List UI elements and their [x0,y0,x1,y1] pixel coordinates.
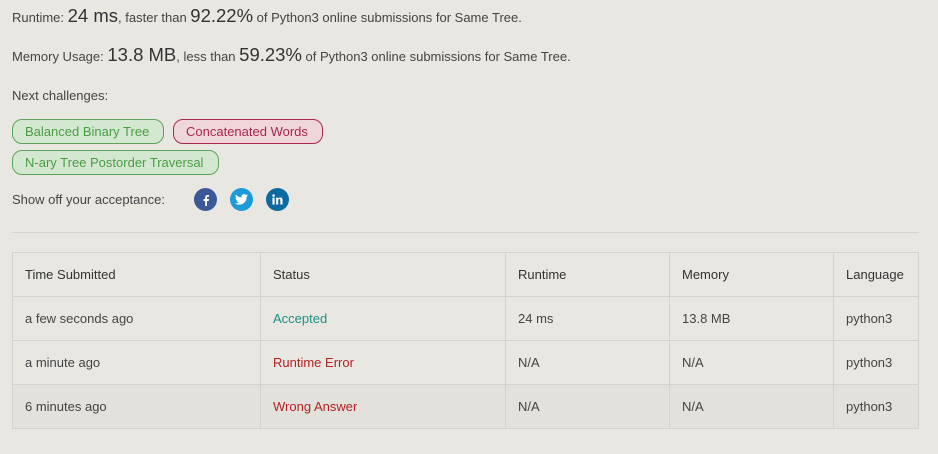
runtime-percent: 92.22% [190,5,254,26]
memory-summary: Memory Usage: 13.8 MB, less than 59.23% … [12,44,571,66]
header-language[interactable]: Language [833,252,919,297]
cell-language: python3 [833,340,919,385]
runtime-suffix: of Python3 online submissions for Same T… [253,10,522,25]
cell-language: python3 [833,384,919,429]
memory-middle: , less than [176,49,240,64]
runtime-value: 24 ms [67,5,119,26]
share-label: Show off your acceptance: [12,192,165,207]
memory-percent: 59.23% [239,44,302,65]
status-link[interactable]: Runtime Error [260,340,506,385]
table-row: 6 minutes ago Wrong Answer N/A N/A pytho… [12,384,919,429]
header-status[interactable]: Status [260,252,506,297]
runtime-prefix: Runtime: [12,10,68,25]
header-runtime[interactable]: Runtime [505,252,670,297]
cell-memory: 13.8 MB [669,296,834,341]
table-header-row: Time Submitted Status Runtime Memory Lan… [12,252,919,297]
header-time-submitted[interactable]: Time Submitted [12,252,261,297]
cell-language: python3 [833,296,919,341]
cell-time: a minute ago [12,340,261,385]
memory-value: 13.8 MB [107,44,177,65]
cell-memory: N/A [669,340,834,385]
table-row: a minute ago Runtime Error N/A N/A pytho… [12,340,919,385]
header-memory[interactable]: Memory [669,252,834,297]
challenge-chip-concatenated-words[interactable]: Concatenated Words [173,119,323,144]
cell-memory: N/A [669,384,834,429]
runtime-middle: , faster than [118,10,191,25]
facebook-icon[interactable] [194,188,217,211]
cell-runtime: N/A [505,340,670,385]
next-challenges-label: Next challenges: [12,88,109,103]
cell-runtime: N/A [505,384,670,429]
twitter-icon[interactable] [230,188,253,211]
submissions-table: Time Submitted Status Runtime Memory Lan… [12,252,919,429]
challenge-chip-balanced-binary-tree[interactable]: Balanced Binary Tree [12,119,164,144]
cell-time: 6 minutes ago [12,384,261,429]
cell-runtime: 24 ms [505,296,670,341]
memory-suffix: of Python3 online submissions for Same T… [301,49,571,64]
section-divider [12,232,919,233]
linkedin-icon[interactable] [266,188,289,211]
table-row: a few seconds ago Accepted 24 ms 13.8 MB… [12,296,919,341]
cell-time: a few seconds ago [12,296,261,341]
status-link[interactable]: Wrong Answer [260,384,506,429]
challenge-chip-nary-tree-postorder[interactable]: N-ary Tree Postorder Traversal [12,150,219,175]
status-link[interactable]: Accepted [260,296,506,341]
memory-prefix: Memory Usage: [12,49,108,64]
runtime-summary: Runtime: 24 ms, faster than 92.22% of Py… [12,5,522,27]
